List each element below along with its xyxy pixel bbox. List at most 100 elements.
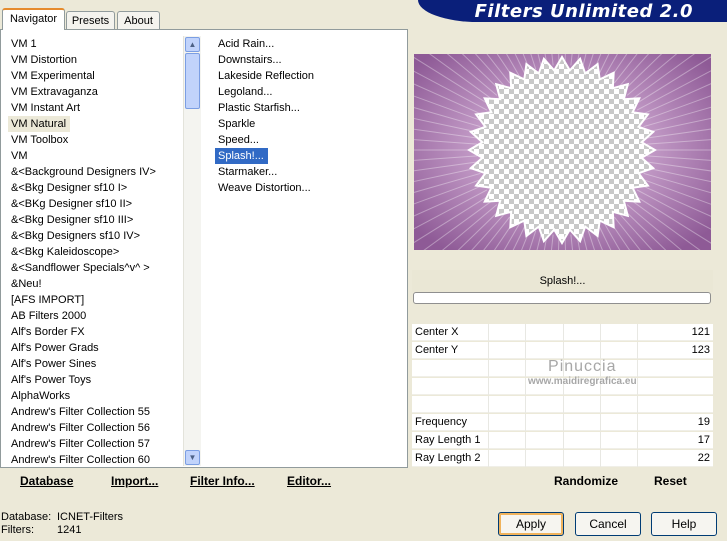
- tab-presets[interactable]: Presets: [66, 11, 115, 29]
- category-item[interactable]: &<Bkg Designers sf10 IV>: [8, 228, 183, 244]
- category-label: Alf's Power Toys: [11, 374, 92, 386]
- filter-label: Starmaker...: [218, 166, 278, 178]
- scroll-up-button[interactable]: ▲: [185, 37, 200, 52]
- watermark-name: Pinuccia: [548, 358, 617, 375]
- category-item[interactable]: VM Instant Art: [8, 100, 183, 116]
- import-button[interactable]: Import...: [111, 474, 158, 488]
- category-scrollbar[interactable]: ▲ ▼: [183, 36, 201, 466]
- progress-bar: [413, 292, 711, 304]
- scroll-down-button[interactable]: ▼: [185, 450, 200, 465]
- filter-item[interactable]: Lakeside Reflection: [215, 68, 405, 84]
- param-value: 17: [697, 434, 710, 446]
- chevron-up-icon: ▲: [188, 40, 197, 49]
- param-slider[interactable]: Ray Length 2 22: [412, 450, 713, 467]
- filter-label: Acid Rain...: [218, 38, 275, 50]
- category-item[interactable]: VM 1: [8, 36, 183, 52]
- apply-button[interactable]: Apply: [498, 512, 564, 536]
- param-label: Frequency: [415, 416, 467, 428]
- category-label: &<Bkg Designers sf10 IV>: [11, 230, 141, 242]
- filter-list[interactable]: Acid Rain... Downstairs... Lakeside Reflec…: [215, 36, 405, 466]
- tab-navigator[interactable]: Navigator: [2, 8, 65, 30]
- help-button[interactable]: Help: [651, 512, 717, 536]
- category-label: &Neu!: [11, 278, 42, 290]
- param-label: Center X: [415, 326, 459, 338]
- category-item[interactable]: AlphaWorks: [8, 388, 183, 404]
- category-item[interactable]: Andrew's Filter Collection 57: [8, 436, 183, 452]
- reset-button[interactable]: Reset: [654, 474, 687, 488]
- category-item[interactable]: VM Toolbox: [8, 132, 183, 148]
- filter-item[interactable]: Downstairs...: [215, 52, 405, 68]
- category-label: VM: [11, 150, 28, 162]
- filter-item[interactable]: Plastic Starfish...: [215, 100, 405, 116]
- category-item[interactable]: &Neu!: [8, 276, 183, 292]
- filter-item[interactable]: Acid Rain...: [215, 36, 405, 52]
- filter-label: Legoland...: [218, 86, 273, 98]
- category-item[interactable]: AB Filters 2000: [8, 308, 183, 324]
- param-value: 123: [691, 344, 710, 356]
- filter-item[interactable]: Splash!...: [215, 148, 405, 164]
- category-item[interactable]: VM: [8, 148, 183, 164]
- category-item[interactable]: Andrew's Filter Collection 55: [8, 404, 183, 420]
- category-label: VM Instant Art: [11, 102, 81, 114]
- filter-label: Weave Distortion...: [218, 182, 311, 194]
- param-label: Center Y: [415, 344, 459, 356]
- filter-label: Plastic Starfish...: [218, 102, 300, 114]
- filters-count-value: 1241: [57, 524, 82, 536]
- category-item[interactable]: VM Experimental: [8, 68, 183, 84]
- category-item[interactable]: [AFS IMPORT]: [8, 292, 183, 308]
- category-item[interactable]: &<Bkg Designer sf10 III>: [8, 212, 183, 228]
- category-label: &<Background Designers IV>: [11, 166, 156, 178]
- watermark-site: www.maidiregrafica.eu: [528, 376, 637, 387]
- category-list[interactable]: VM 1 VM Distortion VM Experimental VM Extra…: [8, 36, 183, 466]
- category-item[interactable]: Andrew's Filter Collection 56: [8, 420, 183, 436]
- category-label: &<Bkg Designer sf10 III>: [11, 214, 134, 226]
- category-label: &<Bkg Designer sf10 I>: [11, 182, 128, 194]
- category-item[interactable]: &<Bkg Designer sf10 I>: [8, 180, 183, 196]
- scroll-thumb[interactable]: [185, 53, 200, 109]
- app-title: Filters Unlimited 2.0: [474, 1, 693, 22]
- param-slider[interactable]: Center Y 123: [412, 342, 713, 359]
- category-item[interactable]: &<Sandflower Specials^v^ >: [8, 260, 183, 276]
- category-item[interactable]: VM Extravaganza: [8, 84, 183, 100]
- filter-item[interactable]: Speed...: [215, 132, 405, 148]
- category-item[interactable]: &<BKg Designer sf10 II>: [8, 196, 183, 212]
- cancel-button[interactable]: Cancel: [575, 512, 641, 536]
- database-value: ICNET-Filters: [57, 511, 123, 523]
- category-item[interactable]: Andrew's Filter Collection 60: [8, 452, 183, 466]
- database-button[interactable]: Database: [20, 474, 73, 488]
- category-item[interactable]: &<Background Designers IV>: [8, 164, 183, 180]
- category-item[interactable]: Alf's Power Grads: [8, 340, 183, 356]
- category-item[interactable]: &<Bkg Kaleidoscope>: [8, 244, 183, 260]
- param-slider[interactable]: Ray Length 1 17: [412, 432, 713, 449]
- randomize-button[interactable]: Randomize: [554, 474, 618, 488]
- category-label: VM Toolbox: [11, 134, 69, 146]
- category-label: Andrew's Filter Collection 55: [11, 406, 151, 418]
- param-slider[interactable]: Frequency 19: [412, 414, 713, 431]
- tab-about[interactable]: About: [117, 11, 160, 29]
- param-label: Ray Length 2: [415, 452, 481, 464]
- filter-item[interactable]: Weave Distortion...: [215, 180, 405, 196]
- category-label: Alf's Power Sines: [11, 358, 97, 370]
- filter-item[interactable]: Legoland...: [215, 84, 405, 100]
- filter-label: Lakeside Reflection: [218, 70, 315, 82]
- category-item[interactable]: Alf's Power Toys: [8, 372, 183, 388]
- editor-button[interactable]: Editor...: [287, 474, 331, 488]
- category-label: &<Sandflower Specials^v^ >: [11, 262, 150, 274]
- param-slider[interactable]: Center X 121: [412, 324, 713, 341]
- category-label: AB Filters 2000: [11, 310, 87, 322]
- watermark: Pinuccia www.maidiregrafica.eu: [528, 358, 637, 387]
- param-label: Ray Length 1: [415, 434, 481, 446]
- filter-name-label: Splash!...: [412, 270, 713, 292]
- category-item[interactable]: VM Distortion: [8, 52, 183, 68]
- filter-info-button[interactable]: Filter Info...: [190, 474, 255, 488]
- category-item[interactable]: Alf's Border FX: [8, 324, 183, 340]
- param-slider[interactable]: [412, 396, 713, 413]
- category-label: VM Experimental: [11, 70, 95, 82]
- chevron-down-icon: ▼: [188, 453, 197, 462]
- filter-label: Speed...: [218, 134, 259, 146]
- category-label: Alf's Power Grads: [11, 342, 99, 354]
- filter-item[interactable]: Sparkle: [215, 116, 405, 132]
- filter-item[interactable]: Starmaker...: [215, 164, 405, 180]
- category-item[interactable]: VM Natural: [8, 116, 183, 132]
- category-item[interactable]: Alf's Power Sines: [8, 356, 183, 372]
